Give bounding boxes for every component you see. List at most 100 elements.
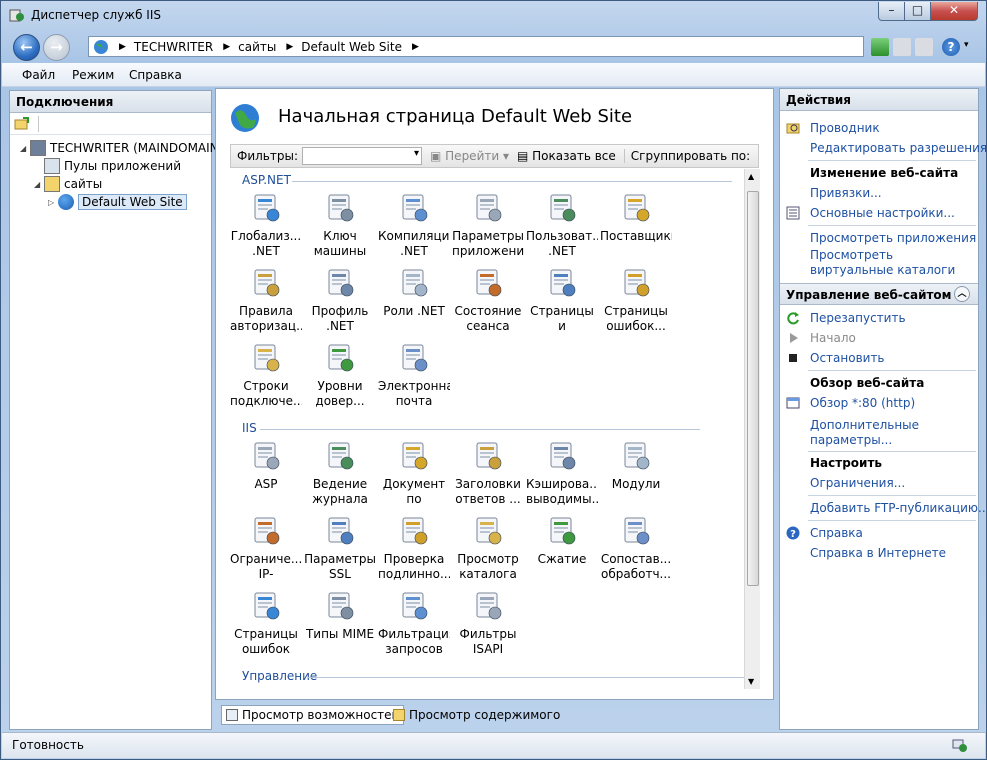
feature-tile[interactable]: Сопостав... обработч... [600, 514, 672, 582]
scroll-up-icon[interactable]: ▲ [748, 172, 754, 181]
feature-tile[interactable]: Ведение журнала [304, 439, 376, 507]
feature-tile[interactable]: Фильтрация запросов [378, 589, 450, 657]
feature-tile[interactable]: Типы MIME [304, 589, 376, 642]
feature-tile[interactable]: Ключ машины [304, 191, 376, 259]
restart-link[interactable]: Перезапустить [810, 311, 906, 325]
feature-tile[interactable]: Страницы ошибок... [600, 266, 672, 334]
edit-permissions-link[interactable]: Редактировать разрешения... [810, 141, 987, 155]
show-all-button[interactable]: ▤ Показать все [517, 149, 616, 163]
group-by-label[interactable]: Сгруппировать по: [623, 149, 750, 163]
view-applications-link[interactable]: Просмотреть приложения [810, 231, 976, 245]
feature-tile[interactable]: Страницы и элементы... [526, 266, 598, 334]
feature-tile[interactable]: Модули [600, 439, 672, 492]
basic-settings-link[interactable]: Основные настройки... [810, 206, 955, 220]
tree-expander-icon[interactable]: ▷ [48, 198, 58, 207]
tree-item[interactable]: ◢ сайты [34, 175, 102, 193]
help-icon[interactable]: ? [942, 38, 960, 56]
default-document-icon [397, 439, 431, 473]
menu-view[interactable]: Режим [72, 68, 114, 82]
address-breadcrumb[interactable]: ▶ TECHWRITER ▶ сайты ▶ Default Web Site … [88, 36, 864, 57]
feature-label: Проверка подлинно... [378, 552, 450, 581]
tree-item[interactable]: Пулы приложений [34, 157, 181, 175]
tree-item[interactable]: ◢ TECHWRITER (MAINDOMAIN [20, 139, 219, 157]
feature-tile[interactable]: Заголовки ответов ... [452, 439, 524, 507]
scroll-down-icon[interactable]: ▼ [748, 677, 754, 686]
feature-tile[interactable]: Фильтры ISAPI [452, 589, 524, 657]
view-virtual-dirs-link[interactable]: Просмотреть виртуальные каталоги [810, 248, 975, 278]
feature-tile[interactable]: Правила авторизац... [230, 266, 302, 334]
menu-help[interactable]: Справка [129, 68, 182, 82]
help-link[interactable]: Справка [810, 526, 863, 540]
app-pool-icon [44, 158, 60, 174]
crumb-sites[interactable]: сайты [238, 40, 276, 54]
start-link: Начало [810, 331, 856, 345]
stop-link[interactable]: Остановить [810, 351, 885, 365]
advanced-settings-link[interactable]: Дополнительные параметры... [810, 418, 950, 448]
feature-tile[interactable]: Пользоват... .NET [526, 191, 598, 259]
feature-tile[interactable]: Состояние сеанса [452, 266, 524, 334]
crumb-server[interactable]: TECHWRITER [134, 40, 213, 54]
limits-link[interactable]: Ограничения... [810, 476, 905, 490]
pages-controls-icon [545, 266, 579, 300]
feature-tile[interactable]: Поставщики [600, 191, 672, 244]
feature-tile[interactable]: Документ по умолчанию [378, 439, 450, 507]
feature-tile[interactable]: Кэширова... выводимы... [526, 439, 598, 507]
tree-expander-icon[interactable]: ◢ [34, 180, 44, 189]
forward-arrow-icon[interactable]: → [43, 34, 70, 61]
group-header-2[interactable]: Управление [242, 669, 317, 683]
help-dropdown-icon[interactable]: ▾ [964, 40, 969, 50]
feature-tile[interactable]: Просмотр каталога [452, 514, 524, 582]
maximize-button[interactable]: □ [904, 2, 931, 21]
feature-label: Страницы ошибок... [604, 304, 668, 333]
server-icon [30, 140, 46, 156]
connect-icon[interactable] [14, 116, 30, 132]
feature-tile[interactable]: Строки подключе... [230, 341, 302, 409]
minimize-button[interactable]: – [878, 2, 905, 21]
tab-content-view[interactable]: Просмотр содержимого [389, 705, 564, 725]
tree-item[interactable]: ▷ Default Web Site [48, 193, 187, 211]
filter-input[interactable] [302, 147, 422, 165]
feature-tile[interactable]: Параметры приложения [452, 191, 524, 259]
feature-tile[interactable]: Сжатие [526, 514, 598, 567]
help-circle-icon: ? [786, 526, 800, 540]
tree-expander-icon[interactable]: ◢ [20, 144, 30, 153]
back-arrow-icon[interactable]: ← [13, 34, 40, 61]
feature-tile[interactable]: Глобализ... .NET [230, 191, 302, 259]
features-scrollbar[interactable]: ▲ ▼ [744, 169, 760, 689]
feature-tile[interactable]: Страницы ошибок [230, 589, 302, 657]
home-icon[interactable] [915, 38, 933, 56]
feature-tile[interactable]: ASP [230, 439, 302, 492]
add-ftp-link[interactable]: Добавить FTP-публикацию... [810, 501, 987, 515]
net-users-icon [545, 191, 579, 225]
iis-app-icon [9, 9, 24, 22]
scroll-thumb[interactable] [747, 191, 759, 586]
tab-features-view[interactable]: Просмотр возможностей [221, 705, 405, 725]
browse-site-header: Обзор веб-сайта [810, 376, 925, 390]
feature-label: Модули [611, 477, 661, 491]
online-help-link[interactable]: Справка в Интернете [810, 546, 946, 560]
feature-label: Роли .NET [383, 304, 445, 318]
feature-tile[interactable]: Параметры SSL [304, 514, 376, 582]
crumb-site[interactable]: Default Web Site [301, 40, 402, 54]
go-button[interactable]: ▣ Перейти ▾ [430, 149, 509, 163]
feature-tile[interactable]: Проверка подлинно... [378, 514, 450, 582]
feature-tile[interactable]: Ограниче... IP-адресов... [230, 514, 302, 582]
feature-tile[interactable]: Профиль .NET [304, 266, 376, 334]
feature-tile[interactable]: Уровни довер... [304, 341, 376, 409]
feature-tile[interactable]: Роли .NET [378, 266, 450, 319]
manage-site-section[interactable]: Управление веб-сайтом ︿ [780, 283, 978, 305]
actions-pane: Действия Проводник Редактировать разреше… [779, 88, 987, 730]
stop-icon[interactable] [893, 38, 911, 56]
explore-link[interactable]: Проводник [810, 121, 880, 135]
menu-file[interactable]: Файл [22, 68, 55, 82]
refresh-icon[interactable] [871, 38, 889, 56]
feature-tile[interactable]: Компиляция .NET [378, 191, 450, 259]
group-header-0[interactable]: ASP.NET [242, 173, 291, 187]
group-header-1[interactable]: IIS [242, 421, 257, 435]
basic-settings-icon [786, 206, 800, 220]
bindings-link[interactable]: Привязки... [810, 186, 882, 200]
close-button[interactable]: ✕ [930, 2, 978, 21]
collapse-chevron-icon[interactable]: ︿ [954, 286, 970, 302]
feature-tile[interactable]: Электронная почта (SM... [378, 341, 450, 409]
browse-80-link[interactable]: Обзор *:80 (http) [810, 396, 915, 410]
